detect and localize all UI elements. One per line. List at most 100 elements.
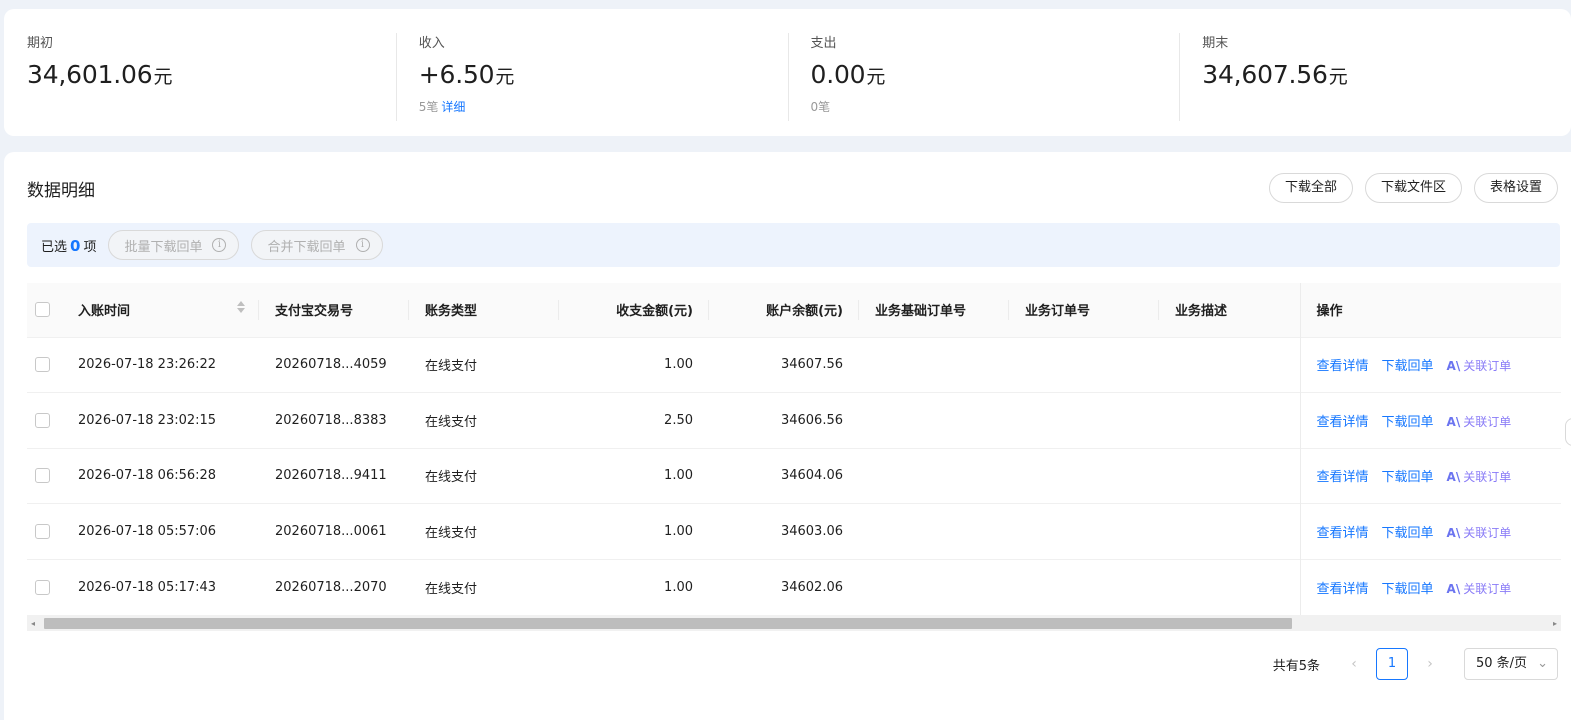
download-receipt-link[interactable]: 下载回单 — [1382, 470, 1434, 485]
cell-actions: 查看详情 下载回单 A\ 关联订单 — [1299, 337, 1561, 393]
cell-balance: 34607.56 — [780, 357, 843, 373]
header-actions: 操作 — [1299, 283, 1561, 337]
scroll-left-icon[interactable]: ◂ — [31, 619, 35, 628]
table-settings-button[interactable]: 表格设置 — [1473, 173, 1558, 203]
linked-order-link[interactable]: A\ 关联订单 — [1447, 359, 1512, 373]
row-checkbox[interactable] — [35, 468, 50, 484]
row-select-cell — [27, 559, 62, 615]
page-1-button[interactable]: 1 — [1376, 648, 1408, 680]
header-description-label: 业务描述 — [1175, 304, 1228, 320]
linked-order-link[interactable]: A\ 关联订单 — [1447, 582, 1512, 596]
view-detail-link[interactable]: 查看详情 — [1317, 415, 1369, 430]
cell-trade-no: 20260718...2070 — [275, 579, 387, 595]
linked-logo-icon: A\ — [1446, 414, 1461, 429]
merge-download-label: 合并下载回单 — [267, 239, 346, 255]
batch-download-label: 批量下载回单 — [124, 239, 203, 255]
download-receipt-link[interactable]: 下载回单 — [1382, 359, 1434, 374]
download-receipt-link[interactable]: 下载回单 — [1382, 415, 1434, 430]
stat-income-unit: 元 — [495, 66, 515, 88]
cell-description — [1159, 393, 1300, 449]
stat-opening-unit: 元 — [153, 66, 173, 88]
stat-opening: 期初 34,601.06元 — [4, 9, 396, 136]
cell-type: 在线支付 — [425, 526, 478, 542]
table-row: 2026-07-18 06:56:28 20260718...9411 在线支付… — [27, 448, 1561, 504]
download-area-button[interactable]: 下载文件区 — [1364, 173, 1462, 203]
download-receipt-link[interactable]: 下载回单 — [1382, 582, 1434, 597]
cell-description — [1159, 559, 1300, 615]
stat-expense-amount: 0.00 — [810, 60, 866, 89]
download-all-button[interactable]: 下载全部 — [1268, 173, 1353, 203]
scroll-right-icon[interactable]: ▸ — [1553, 619, 1557, 628]
stat-income-amount: +6.50 — [418, 60, 495, 89]
view-detail-link[interactable]: 查看详情 — [1317, 582, 1369, 597]
row-checkbox[interactable] — [35, 357, 50, 373]
stat-income-count: 5笔 — [418, 100, 439, 114]
cell-order — [1009, 337, 1159, 393]
income-detail-link[interactable]: 详细 — [441, 100, 465, 114]
selection-bar: 已选 0 项 批量下载回单 i 合并下载回单 i — [27, 223, 1560, 267]
row-checkbox[interactable] — [35, 579, 50, 595]
download-receipt-link[interactable]: 下载回单 — [1382, 526, 1434, 541]
stat-closing: 期末 34,607.56元 — [1179, 9, 1571, 136]
cell-type: 在线支付 — [425, 581, 478, 597]
linked-logo-icon: A\ — [1446, 359, 1461, 374]
stat-income-sub: 5笔 详细 — [419, 99, 788, 115]
cell-time: 2026-07-18 06:56:28 — [78, 468, 217, 484]
stat-closing-unit: 元 — [1328, 66, 1348, 88]
header-amount: 收支金额(元) — [559, 283, 709, 337]
data-table-wrapper: 入账时间 支付宝交易号 账务类型 收支金额(元) 账户余额(元) 业务基础订单号… — [27, 283, 1561, 631]
row-checkbox[interactable] — [35, 412, 50, 428]
view-detail-link[interactable]: 查看详情 — [1317, 359, 1369, 374]
view-detail-link[interactable]: 查看详情 — [1317, 470, 1369, 485]
view-detail-link[interactable]: 查看详情 — [1317, 526, 1369, 541]
header-balance-label: 账户余额(元) — [766, 304, 843, 320]
scrollbar-thumb[interactable] — [44, 618, 1292, 629]
side-drawer-handle[interactable] — [1565, 418, 1571, 446]
info-icon[interactable]: i — [212, 238, 227, 252]
header-description: 业务描述 — [1159, 283, 1300, 337]
row-checkbox[interactable] — [35, 524, 50, 540]
stat-closing-value: 34,607.56元 — [1202, 59, 1571, 91]
cell-order — [1009, 559, 1159, 615]
linked-order-link[interactable]: A\ 关联订单 — [1447, 415, 1512, 429]
cell-actions: 查看详情 下载回单 A\ 关联订单 — [1299, 559, 1561, 615]
linked-order-label: 关联订单 — [1463, 526, 1512, 541]
stat-expense-value: 0.00元 — [811, 59, 1180, 91]
stat-expense-sub: 0笔 — [811, 99, 1180, 115]
stat-opening-label: 期初 — [27, 36, 54, 51]
header-order-label: 业务订单号 — [1025, 304, 1091, 320]
detail-toolbar: 下载全部 下载文件区 表格设置 — [1268, 173, 1558, 203]
selection-suffix: 项 — [83, 239, 97, 255]
header-select-all — [27, 283, 62, 337]
stat-expense-count: 0笔 — [810, 100, 831, 114]
chevron-left-icon[interactable]: ‹ — [1340, 656, 1368, 672]
sort-icon[interactable] — [237, 301, 245, 314]
merge-download-button[interactable]: 合并下载回单 i — [251, 230, 383, 260]
stat-expense-unit: 元 — [866, 66, 886, 88]
detail-title: 数据明细 — [27, 181, 95, 201]
stat-closing-amount: 34,607.56 — [1202, 60, 1328, 89]
cell-base-order — [859, 337, 1009, 393]
cell-description — [1159, 337, 1300, 393]
pagination-total: 共有5条 — [1272, 658, 1320, 674]
header-time[interactable]: 入账时间 — [62, 283, 259, 337]
stat-income-label: 收入 — [418, 36, 445, 51]
cell-actions: 查看详情 下载回单 A\ 关联订单 — [1299, 448, 1561, 504]
row-select-cell — [27, 448, 62, 504]
cell-amount: 2.50 — [664, 412, 693, 428]
chevron-right-icon[interactable]: › — [1416, 656, 1444, 672]
stat-closing-label: 期末 — [1202, 36, 1229, 51]
info-icon[interactable]: i — [355, 238, 370, 252]
cell-time: 2026-07-18 05:57:06 — [78, 524, 217, 540]
table-row: 2026-07-18 05:57:06 20260718...0061 在线支付… — [27, 503, 1561, 560]
cell-description — [1159, 448, 1300, 504]
linked-order-link[interactable]: A\ 关联订单 — [1447, 526, 1512, 540]
header-trade-no-label: 支付宝交易号 — [275, 304, 354, 320]
page-size-select[interactable]: 50 条/页 ⌄ — [1464, 648, 1558, 680]
row-select-cell — [27, 504, 62, 560]
batch-download-button[interactable]: 批量下载回单 i — [108, 230, 240, 260]
horizontal-scrollbar[interactable]: ◂ ▸ — [27, 615, 1561, 631]
data-table: 入账时间 支付宝交易号 账务类型 收支金额(元) 账户余额(元) 业务基础订单号… — [27, 283, 1561, 615]
linked-order-link[interactable]: A\ 关联订单 — [1447, 470, 1512, 484]
select-all-checkbox[interactable] — [35, 302, 50, 318]
